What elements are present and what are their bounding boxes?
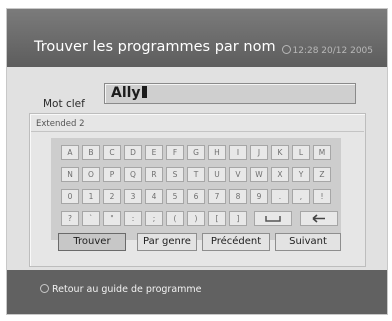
clock: 12:28 20/12 2005 bbox=[281, 45, 374, 56]
page-title: Trouver les programmes par nom bbox=[34, 39, 276, 55]
key-1-8[interactable]: V bbox=[229, 167, 247, 182]
key-3-5[interactable]: ( bbox=[166, 211, 184, 226]
key-1-10[interactable]: X bbox=[271, 167, 289, 182]
keyword-value: Ally bbox=[111, 85, 147, 101]
keyboard-mode-label: Extended 2 bbox=[36, 119, 85, 129]
key-2-0[interactable]: 0 bbox=[61, 189, 79, 204]
key-0-0[interactable]: A bbox=[61, 145, 79, 160]
key-0-4[interactable]: E bbox=[145, 145, 163, 160]
key-0-1[interactable]: B bbox=[82, 145, 100, 160]
keyword-input[interactable]: Ally bbox=[104, 83, 356, 104]
key-3-3[interactable]: : bbox=[124, 211, 142, 226]
footer-label: Retour au guide de programme bbox=[52, 284, 202, 295]
key-1-6[interactable]: T bbox=[187, 167, 205, 182]
key-0-7[interactable]: H bbox=[208, 145, 226, 160]
footer-hint: Retour au guide de programme bbox=[40, 284, 202, 295]
key-1-11[interactable]: Y bbox=[292, 167, 310, 182]
key-1-12[interactable]: Z bbox=[313, 167, 331, 182]
key-2-8[interactable]: 8 bbox=[229, 189, 247, 204]
clock-icon bbox=[281, 45, 291, 54]
key-0-10[interactable]: K bbox=[271, 145, 289, 160]
suivant-button[interactable]: Suivant bbox=[275, 233, 341, 251]
key-0-6[interactable]: G bbox=[187, 145, 205, 160]
key-3-2[interactable]: " bbox=[103, 211, 121, 226]
circle-button-icon bbox=[40, 284, 49, 293]
key-1-4[interactable]: R bbox=[145, 167, 163, 182]
key-2-10[interactable]: . bbox=[271, 189, 289, 204]
key-3-4[interactable]: ; bbox=[145, 211, 163, 226]
precedent-button[interactable]: Précédent bbox=[202, 233, 270, 251]
key-0-12[interactable]: M bbox=[313, 145, 331, 160]
key-3-1[interactable]: ` bbox=[82, 211, 100, 226]
key-2-5[interactable]: 5 bbox=[166, 189, 184, 204]
key-1-0[interactable]: N bbox=[61, 167, 79, 182]
key-2-9[interactable]: 9 bbox=[250, 189, 268, 204]
virtual-keyboard: A B C D E F G H I J K L M N O P Q R S T U V W X Y Z 0 1 2 3 4 5 6 7 8 9.,!?… bbox=[51, 138, 341, 240]
arrow-left-icon bbox=[312, 214, 325, 223]
key-0-9[interactable]: J bbox=[250, 145, 268, 160]
space-icon bbox=[265, 216, 281, 222]
key-2-3[interactable]: 3 bbox=[124, 189, 142, 204]
key-3-7[interactable]: [ bbox=[208, 211, 226, 226]
key-3-6[interactable]: ) bbox=[187, 211, 205, 226]
key-2-11[interactable]: , bbox=[292, 189, 310, 204]
key-2-2[interactable]: 2 bbox=[103, 189, 121, 204]
key-1-9[interactable]: W bbox=[250, 167, 268, 182]
key-2-6[interactable]: 6 bbox=[187, 189, 205, 204]
clock-text: 12:28 20/12 2005 bbox=[292, 46, 374, 56]
text-cursor bbox=[141, 86, 147, 98]
key-0-11[interactable]: L bbox=[292, 145, 310, 160]
key-1-3[interactable]: Q bbox=[124, 167, 142, 182]
header: Trouver les programmes par nom 12:28 20/… bbox=[7, 9, 387, 67]
key-1-2[interactable]: P bbox=[103, 167, 121, 182]
trouver-button[interactable]: Trouver bbox=[58, 233, 126, 251]
par-genre-button[interactable]: Par genre bbox=[137, 233, 197, 251]
key-1-5[interactable]: S bbox=[166, 167, 184, 182]
key-3-8[interactable]: ] bbox=[229, 211, 247, 226]
key-1-7[interactable]: U bbox=[208, 167, 226, 182]
key-3-0[interactable]: ? bbox=[61, 211, 79, 226]
keyword-text: Ally bbox=[111, 85, 141, 101]
key-2-4[interactable]: 4 bbox=[145, 189, 163, 204]
key-2-1[interactable]: 1 bbox=[82, 189, 100, 204]
key-0-2[interactable]: C bbox=[103, 145, 121, 160]
space-key[interactable] bbox=[254, 211, 292, 226]
key-0-5[interactable]: F bbox=[166, 145, 184, 160]
keyword-label: Mot clef bbox=[43, 98, 85, 110]
key-1-1[interactable]: O bbox=[82, 167, 100, 182]
footer: Retour au guide de programme bbox=[7, 270, 387, 314]
key-2-7[interactable]: 7 bbox=[208, 189, 226, 204]
key-0-3[interactable]: D bbox=[124, 145, 142, 160]
backspace-key[interactable] bbox=[300, 211, 338, 226]
key-0-8[interactable]: I bbox=[229, 145, 247, 160]
search-screen: Trouver les programmes par nom 12:28 20/… bbox=[6, 8, 388, 315]
key-2-12[interactable]: ! bbox=[313, 189, 331, 204]
panel-divider bbox=[31, 131, 364, 132]
